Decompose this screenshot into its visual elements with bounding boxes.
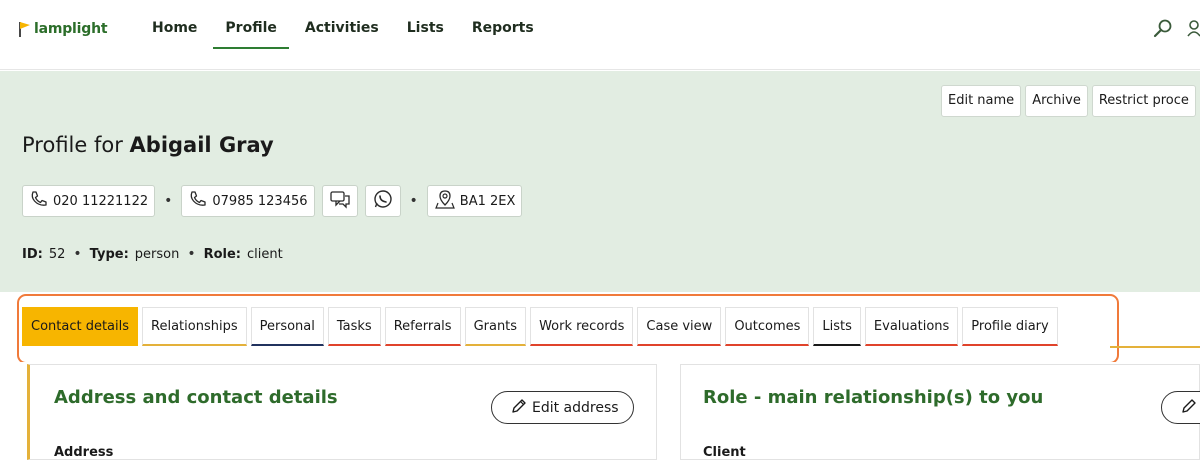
map-pin-icon (434, 188, 456, 214)
top-navigation-bar: lamplight Home Profile Activities Lists … (0, 0, 1200, 70)
phone-icon (29, 189, 49, 213)
role-panel-title: Role - main relationship(s) to you (703, 387, 1044, 408)
landline-number: 020 11221122 (53, 193, 149, 209)
edit-name-button[interactable]: Edit name (941, 85, 1022, 117)
page-title: Profile for Abigail Gray (22, 133, 274, 157)
separator-dot: • (409, 193, 418, 209)
tab-personal[interactable]: Personal (250, 307, 324, 346)
contact-chips: 020 11221122 • 07985 123456 • BA1 2EX (22, 185, 523, 217)
edit-address-label: Edit address (532, 399, 619, 416)
top-icons (1152, 18, 1200, 44)
edit-address-button[interactable]: Edit address (491, 391, 634, 424)
profile-tabs-row: Contact details Relationships Personal T… (0, 292, 1200, 364)
sms-chip[interactable] (321, 185, 358, 217)
profile-actions: Edit name Archive Restrict proce (941, 85, 1196, 117)
message-icon (329, 189, 351, 213)
profile-header: Edit name Archive Restrict proce Profile… (0, 71, 1200, 292)
role-label: Role: (203, 246, 242, 262)
restrict-processing-button[interactable]: Restrict proce (1091, 85, 1196, 117)
tabs-baseline (1110, 346, 1200, 348)
main-nav: Home Profile Activities Lists Reports (140, 10, 550, 49)
pencil-icon (1180, 397, 1198, 419)
id-value: 52 (48, 246, 66, 262)
whatsapp-icon (372, 188, 394, 214)
nav-lists[interactable]: Lists (395, 10, 456, 49)
whatsapp-chip[interactable] (364, 185, 401, 217)
profile-name: Abigail Gray (129, 133, 274, 157)
role-value: client (247, 246, 283, 262)
separator-dot: • (164, 193, 173, 209)
nav-home[interactable]: Home (140, 10, 209, 49)
nav-profile[interactable]: Profile (213, 10, 289, 49)
page-title-prefix: Profile for (22, 133, 123, 157)
pencil-icon (510, 397, 528, 419)
type-value: person (134, 246, 180, 262)
tab-profile-diary[interactable]: Profile diary (962, 307, 1058, 346)
lamplight-logo[interactable]: lamplight (18, 20, 108, 38)
tab-outcomes[interactable]: Outcomes (725, 307, 810, 346)
lamp-flag-icon (18, 20, 32, 38)
tab-work-records[interactable]: Work records (530, 307, 634, 346)
user-menu-icon[interactable] (1186, 18, 1200, 44)
postcode-text: BA1 2EX (459, 193, 516, 209)
address-panel: Address and contact details Edit address… (27, 364, 657, 460)
profile-meta: ID: 52 • Type: person • Role: client (22, 246, 283, 262)
client-heading: Client (703, 445, 746, 460)
nav-reports[interactable]: Reports (460, 10, 546, 49)
tab-case-view[interactable]: Case view (637, 307, 722, 346)
tab-lists[interactable]: Lists (813, 307, 861, 346)
logo-text: lamplight (34, 21, 108, 37)
tab-contact-details[interactable]: Contact details (22, 307, 139, 346)
role-panel: Role - main relationship(s) to you Clien… (680, 364, 1200, 460)
tab-tasks[interactable]: Tasks (327, 307, 381, 346)
type-label: Type: (89, 246, 129, 262)
tab-referrals[interactable]: Referrals (384, 307, 461, 346)
mobile-phone-chip[interactable]: 07985 123456 (181, 185, 315, 217)
address-heading: Address (54, 445, 114, 460)
mobile-number: 07985 123456 (212, 193, 308, 209)
separator-dot: • (187, 246, 196, 262)
phone-icon (188, 189, 208, 213)
edit-role-button[interactable] (1161, 391, 1200, 424)
id-label: ID: (22, 246, 43, 262)
tab-grants[interactable]: Grants (464, 307, 527, 346)
postcode-chip[interactable]: BA1 2EX (426, 185, 523, 217)
archive-button[interactable]: Archive (1025, 85, 1088, 117)
tab-content: Address and contact details Edit address… (0, 362, 1200, 460)
nav-activities[interactable]: Activities (293, 10, 391, 49)
address-panel-title: Address and contact details (54, 387, 338, 408)
separator-dot: • (73, 246, 82, 262)
search-icon[interactable] (1152, 18, 1174, 44)
tab-relationships[interactable]: Relationships (142, 307, 247, 346)
tab-evaluations[interactable]: Evaluations (864, 307, 959, 346)
landline-phone-chip[interactable]: 020 11221122 (22, 185, 156, 217)
profile-tabs: Contact details Relationships Personal T… (22, 307, 1058, 346)
